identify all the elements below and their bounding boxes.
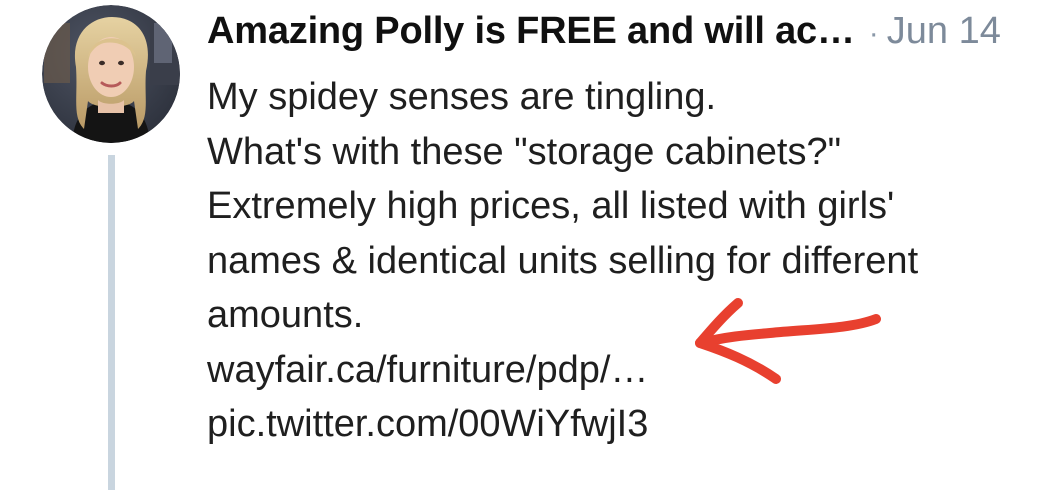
header-separator: · — [868, 17, 879, 50]
tweet-text-line: What's with these "storage cabinets?" — [207, 130, 842, 173]
tweet-body: My spidey senses are tingling. What's wi… — [207, 70, 1047, 452]
tweet-date[interactable]: Jun 14 — [887, 8, 1001, 54]
author-name[interactable]: Amazing Polly is FREE and will ac… — [207, 8, 855, 54]
author-avatar[interactable] — [42, 5, 180, 143]
wayfair-link[interactable]: wayfair.ca/furniture/pdp/… — [207, 343, 1047, 398]
tweet-text-line: Extremely high prices, all listed with g… — [207, 185, 895, 227]
tweet-text-line: names & identical units selling for diff… — [207, 239, 919, 282]
thread-line — [108, 155, 115, 490]
pic-twitter-link[interactable]: pic.twitter.com/00WiYfwjI3 — [207, 397, 1047, 452]
tweet-text-line: My spidey senses are tingling. — [207, 76, 717, 118]
tweet-header: Amazing Polly is FREE and will ac… · Jun 1… — [207, 8, 1001, 58]
red-arrow-icon — [695, 298, 881, 384]
tweet-text-line: amounts. — [207, 294, 364, 336]
